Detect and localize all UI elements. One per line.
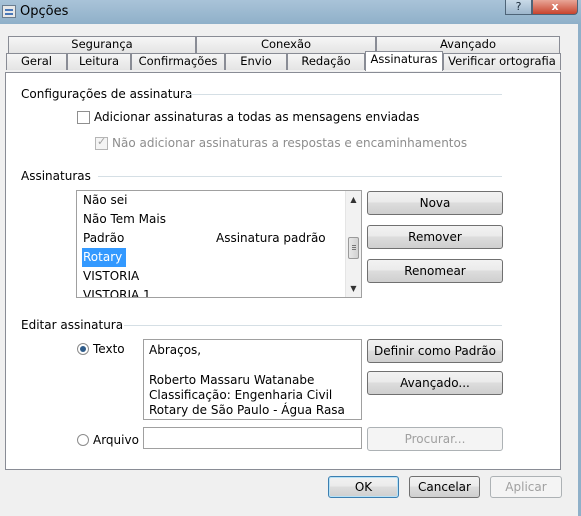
- no-reply-label: Não adicionar assinaturas a respostas e …: [112, 136, 468, 150]
- tab-geral[interactable]: Geral: [6, 53, 67, 70]
- title-bar[interactable]: Opções ? x: [0, 0, 581, 24]
- no-reply-checkbox[interactable]: ✓: [95, 135, 108, 150]
- help-button[interactable]: ?: [505, 0, 532, 15]
- default-signature-note: Assinatura padrão: [216, 231, 326, 245]
- signature-line: Rotary de São Paulo - Água Rasa: [149, 403, 345, 417]
- list-item-selected[interactable]: Rotary: [82, 248, 127, 267]
- tab-leitura[interactable]: Leitura: [67, 53, 131, 70]
- signature-line: Classificação: Engenharia Civil: [149, 388, 333, 402]
- text-radio[interactable]: [77, 343, 89, 355]
- list-item[interactable]: Padrão: [83, 229, 124, 248]
- settings-heading: Configurações de assinatura: [21, 87, 193, 101]
- remove-signature-button[interactable]: Remover: [367, 225, 503, 249]
- scroll-up-icon[interactable]: ▲: [346, 192, 361, 207]
- cancel-button[interactable]: Cancelar: [409, 476, 480, 498]
- file-radio-label: Arquivo: [93, 433, 139, 447]
- options-app-icon: [2, 5, 16, 18]
- signatures-heading: Assinaturas: [21, 169, 91, 183]
- list-scrollbar[interactable]: ▲ ▼: [345, 191, 361, 297]
- add-all-label: Adicionar assinaturas a todas as mensage…: [94, 110, 420, 124]
- advanced-button[interactable]: Avançado...: [367, 371, 503, 395]
- scroll-thumb[interactable]: [348, 237, 359, 259]
- signature-line: Roberto Massaru Watanabe: [149, 373, 315, 387]
- file-path-input[interactable]: [143, 427, 362, 449]
- signature-line: Abraços,: [149, 343, 202, 357]
- tab-assinaturas[interactable]: Assinaturas: [365, 51, 443, 71]
- signatures-panel: Configurações de assinatura Adicionar as…: [5, 72, 561, 470]
- rename-signature-button[interactable]: Renomear: [367, 259, 503, 283]
- settings-divider: [182, 94, 502, 95]
- list-item[interactable]: Não sei: [83, 191, 127, 210]
- list-item[interactable]: Não Tem Mais: [83, 210, 166, 229]
- radio-selected-dot: [80, 346, 86, 352]
- list-item[interactable]: VISTORIA: [83, 267, 139, 286]
- browse-button[interactable]: Procurar...: [367, 427, 503, 451]
- add-all-checkbox[interactable]: [77, 111, 90, 124]
- edit-divider: [124, 325, 502, 326]
- close-button[interactable]: x: [532, 0, 578, 15]
- new-signature-button[interactable]: Nova: [367, 191, 503, 215]
- set-default-button[interactable]: Definir como Padrão: [367, 339, 503, 363]
- text-radio-label: Texto: [93, 342, 125, 356]
- window-title: Opções: [20, 4, 69, 19]
- list-item[interactable]: VISTORIA 1: [83, 286, 151, 297]
- signatures-list[interactable]: Não sei Não Tem Mais Padrão Assinatura p…: [76, 190, 362, 298]
- check-icon: ✓: [97, 135, 107, 148]
- ok-button[interactable]: OK: [328, 476, 399, 498]
- edit-heading: Editar assinatura: [21, 318, 124, 332]
- tab-verificar-ortografia[interactable]: Verificar ortografia: [443, 53, 561, 70]
- file-radio[interactable]: [77, 434, 89, 446]
- scroll-down-icon[interactable]: ▼: [346, 281, 361, 296]
- tab-seguranca[interactable]: Segurança: [8, 36, 196, 53]
- signatures-divider: [98, 176, 502, 177]
- options-dialog: Segurança Conexão Avançado Geral Leitura…: [0, 24, 581, 516]
- tab-confirmacoes[interactable]: Confirmações: [131, 53, 225, 70]
- tab-redacao[interactable]: Redação: [287, 53, 365, 70]
- tab-conexao[interactable]: Conexão: [196, 36, 376, 53]
- signature-text-editor[interactable]: Abraços, Roberto Massaru Watanabe Classi…: [143, 339, 362, 420]
- apply-button[interactable]: Aplicar: [490, 476, 562, 498]
- tab-envio[interactable]: Envio: [225, 53, 287, 70]
